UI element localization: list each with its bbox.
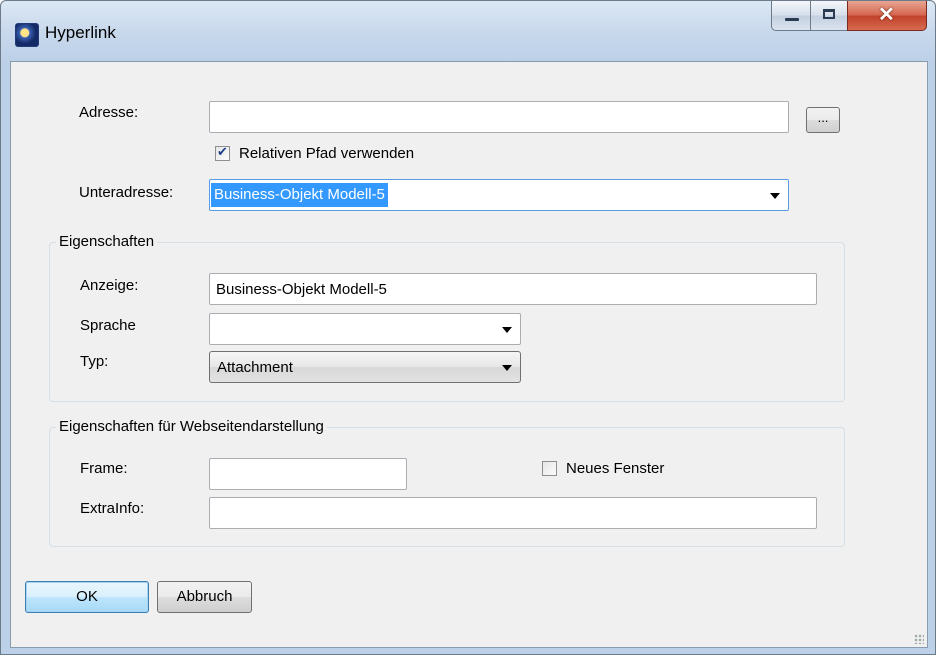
dropdown-arrow-icon[interactable] [770, 193, 780, 199]
properties-group: Eigenschaften Anzeige: Business-Objekt M… [49, 233, 845, 402]
subaddress-combobox[interactable]: Business-Objekt Modell-5 [209, 179, 789, 211]
dropdown-arrow-icon[interactable] [502, 327, 512, 333]
cancel-button[interactable]: Abbruch [157, 581, 252, 613]
address-input[interactable] [209, 101, 789, 133]
browse-button[interactable]: ... [806, 107, 840, 133]
extrainfo-input[interactable] [209, 497, 817, 529]
hyperlink-dialog: Hyperlink ✕ Adresse: ... Relativen Pfad … [0, 0, 936, 655]
window-title: Hyperlink [45, 23, 116, 42]
extrainfo-label: ExtraInfo: [80, 500, 145, 517]
type-combobox[interactable]: Attachment [209, 351, 521, 383]
ok-button[interactable]: OK [25, 581, 149, 613]
language-combobox[interactable] [209, 313, 521, 345]
dropdown-arrow-icon[interactable] [502, 365, 512, 371]
minimize-icon [785, 18, 799, 21]
maximize-icon [823, 9, 835, 19]
properties-group-title: Eigenschaften [56, 233, 158, 250]
display-label: Anzeige: [80, 277, 139, 294]
language-label: Sprache [80, 317, 136, 334]
web-properties-group-title: Eigenschaften für Webseitendarstellung [56, 418, 327, 435]
close-button[interactable]: ✕ [847, 1, 927, 31]
app-icon [15, 23, 39, 47]
close-icon: ✕ [878, 4, 895, 26]
frame-input[interactable] [209, 458, 407, 490]
maximize-button[interactable] [810, 1, 848, 31]
relative-path-checkbox[interactable] [215, 144, 230, 161]
subaddress-label: Unteradresse: [79, 184, 174, 201]
dialog-client-area: Adresse: ... Relativen Pfad verwenden Un… [10, 61, 928, 648]
subaddress-selected-text: Business-Objekt Modell-5 [211, 183, 388, 207]
new-window-checkbox[interactable] [542, 461, 557, 476]
frame-label: Frame: [80, 460, 128, 477]
web-properties-group: Eigenschaften für Webseitendarstellung F… [49, 418, 845, 547]
type-label: Typ: [80, 353, 109, 370]
display-input[interactable]: Business-Objekt Modell-5 [209, 273, 817, 305]
title-bar[interactable]: Hyperlink ✕ [1, 1, 935, 61]
minimize-button[interactable] [771, 1, 811, 31]
relative-path-label[interactable]: Relativen Pfad verwenden [239, 145, 414, 162]
new-window-label[interactable]: Neues Fenster [566, 460, 664, 477]
address-label: Adresse: [79, 104, 139, 121]
resize-grip-icon[interactable] [914, 634, 924, 644]
